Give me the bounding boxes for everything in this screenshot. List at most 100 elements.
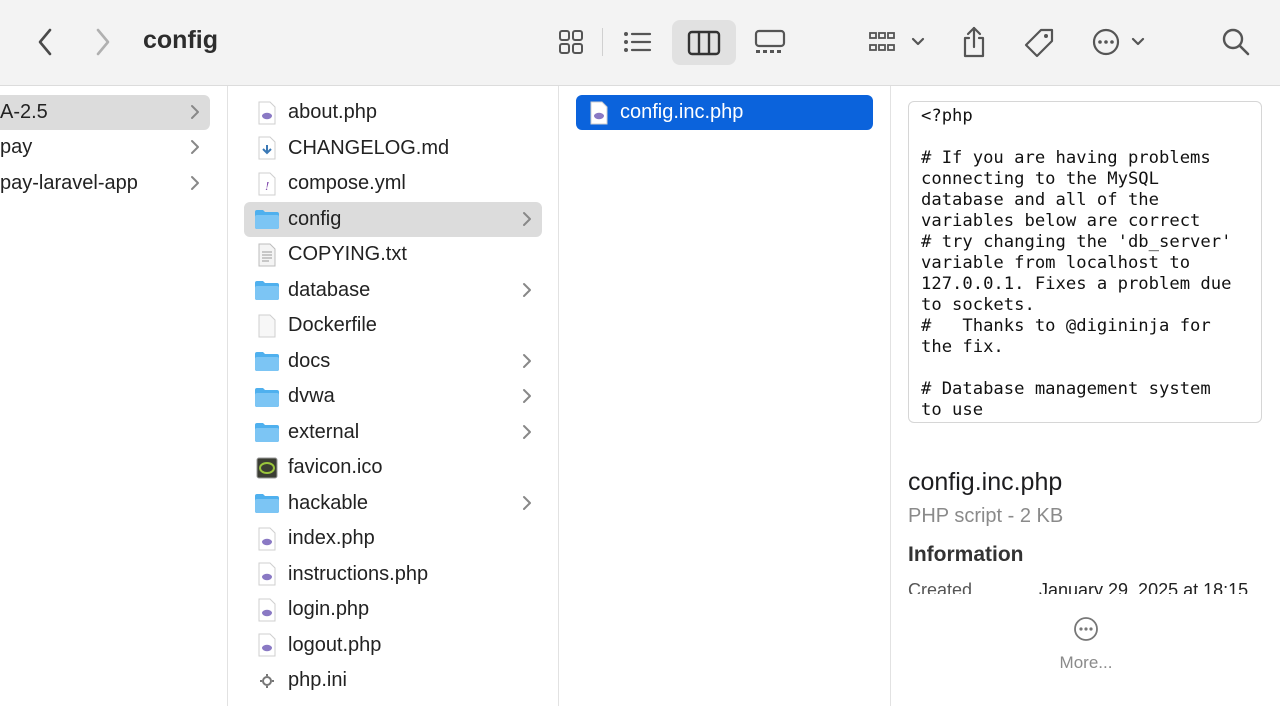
list-item[interactable]: ! compose.yml [244,166,542,201]
list-item[interactable]: Dockerfile [244,308,542,343]
column-view-button[interactable] [672,20,736,65]
chevron-right-icon [522,387,532,411]
list-item[interactable]: about.php [244,95,542,130]
folder-icon [254,490,280,516]
svg-text:!: ! [265,180,269,193]
group-icon [869,32,925,51]
list-item[interactable]: A-2.5 [0,95,210,130]
group-by-button[interactable] [866,24,930,60]
gallery-view-icon [754,29,786,53]
list-item[interactable]: pay [0,130,210,165]
parent-column: A-2.5 pay pay-laravel-app [0,86,228,706]
item-label: index.php [288,527,375,549]
item-label: pay-laravel-app [0,172,138,194]
forward-button[interactable] [88,24,118,60]
search-button[interactable] [1218,24,1254,60]
list-view-icon [624,32,652,52]
image-file-icon [254,455,280,481]
list-item[interactable]: logout.php [244,628,542,663]
item-label: favicon.ico [288,456,383,478]
file-preview[interactable]: <?php # If you are having problems conne… [908,101,1262,423]
folder-icon [254,206,280,232]
more-label: More... [1059,653,1113,672]
item-label: dvwa [288,385,335,407]
list-item-selected[interactable]: config.inc.php [576,95,873,130]
item-label: database [288,278,371,301]
back-icon [38,28,52,56]
item-label: hackable [288,491,369,514]
information-heading: Information [908,543,1024,566]
item-label: instructions.php [288,562,429,585]
gallery-view-button[interactable] [750,24,790,60]
share-button[interactable] [956,22,992,62]
item-label: logout.php [288,633,382,656]
list-item[interactable]: CHANGELOG.md [244,131,542,166]
back-button[interactable] [30,24,60,60]
list-item[interactable]: docs [244,344,542,379]
toolbar: config [0,0,1280,86]
list-item[interactable]: external [244,415,542,450]
item-label: pay [0,136,33,158]
list-item[interactable]: login.php [244,592,542,627]
item-label: compose.yml [288,172,406,194]
yaml-file-icon: ! [254,171,280,197]
code-preview-text: <?php # If you are having problems conne… [921,106,1232,420]
created-label: Created [908,580,973,594]
list-item[interactable]: index.php [244,521,542,556]
search-icon [1222,28,1250,56]
php-file-icon [254,526,280,552]
icon-view-icon [559,30,583,54]
list-view-button[interactable] [618,24,656,60]
window-title: config [143,26,218,54]
chevron-right-icon [522,494,532,518]
php-file-icon [586,100,612,126]
chevron-right-icon [191,105,199,119]
tag-icon [1024,28,1054,58]
markdown-file-icon [254,135,280,161]
config-column: config.inc.php [559,86,891,706]
text-file-icon [254,242,280,268]
list-item[interactable]: hackable [244,486,542,521]
icon-view-button[interactable] [554,24,588,60]
more-actions-icon [1092,28,1145,56]
list-item[interactable]: COPYING.txt [244,237,542,272]
more-button[interactable]: More... [1036,616,1136,673]
item-label: CHANGELOG.md [288,136,450,159]
toolbar-separator [602,28,603,56]
folder-icon [254,277,280,303]
item-label: Dockerfile [288,314,377,336]
chevron-right-icon [522,281,532,305]
item-label: login.php [288,598,370,620]
list-item-selected[interactable]: config [244,201,542,237]
created-value: January 29, 2025 at 18:15 [1039,580,1249,594]
tag-button[interactable] [1020,24,1058,62]
gear-file-icon [254,668,280,694]
item-label: config [288,207,342,230]
list-item[interactable]: favicon.ico [244,450,542,485]
list-item[interactable]: instructions.php [244,557,542,592]
list-item[interactable]: pay-laravel-app [0,166,210,201]
php-file-icon [254,100,280,126]
blank-file-icon [254,313,280,339]
more-actions-button[interactable] [1088,24,1150,60]
item-label: about.php [288,101,377,123]
item-label: external [288,420,360,443]
item-label: config.inc.php [620,101,744,123]
preview-filename: config.inc.php [908,468,1063,496]
preview-pane: <?php # If you are having problems conne… [891,86,1280,706]
chevron-right-icon [191,140,199,154]
folder-icon [254,419,280,445]
item-label: COPYING.txt [288,243,407,265]
item-label: docs [288,349,331,372]
chevron-right-icon [522,210,532,234]
forward-icon [96,28,110,56]
list-item[interactable]: database [244,273,542,308]
more-icon [1074,617,1098,641]
directory-column: about.php CHANGELOG.md! compose.yml config C… [228,86,559,706]
php-file-icon [254,597,280,623]
chevron-right-icon [522,423,532,447]
list-item[interactable]: dvwa [244,379,542,414]
list-item[interactable]: php.ini [244,663,542,698]
share-icon [963,26,985,58]
folder-icon [254,348,280,374]
